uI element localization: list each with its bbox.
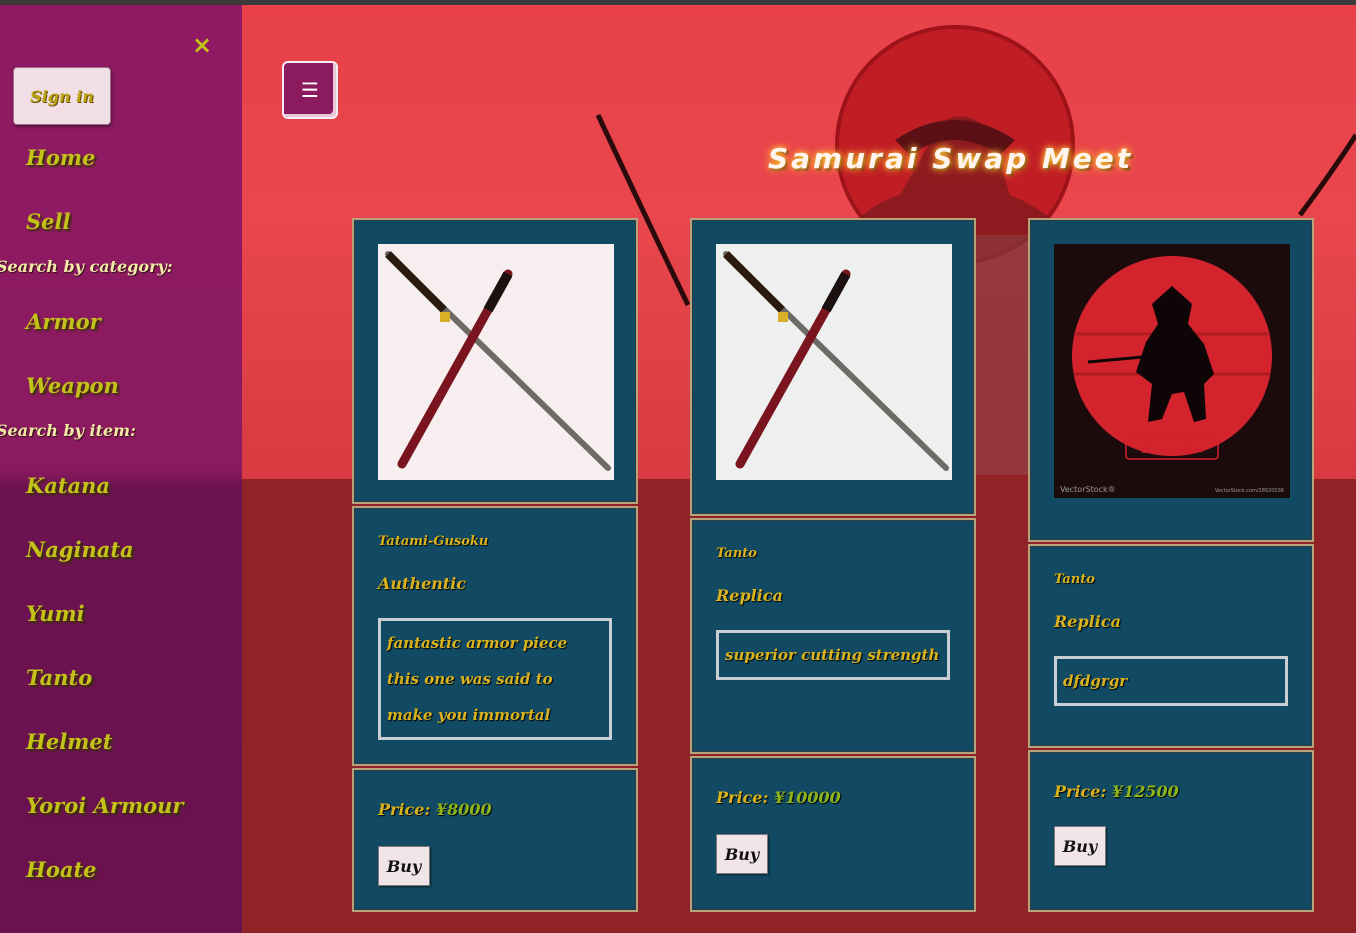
samurai-silhouette-image[interactable]: LOREM IPSUM VectorStock® VectorStock.com… <box>1054 244 1290 498</box>
image-button-text: LOREM IPSUM <box>1141 446 1204 456</box>
buy-button[interactable]: Buy <box>378 846 430 886</box>
product-price: Price: ¥8000 <box>378 800 492 819</box>
menu-toggle-button[interactable]: ☰ <box>282 61 338 119</box>
product-image-panel <box>352 218 638 504</box>
buy-button[interactable]: Buy <box>1054 826 1106 866</box>
nav-link-yoroi-armour[interactable]: Yoroi Armour <box>26 793 183 818</box>
crossed-katana-image[interactable] <box>378 244 614 480</box>
product-info-panel: Tatami-Gusoku Authentic fantastic armor … <box>352 506 638 766</box>
product-info-panel: Tanto Replica superior cutting strength <box>690 518 976 754</box>
product-name: Tatami-Gusoku <box>378 534 489 549</box>
item-heading: Search by item: <box>0 421 137 440</box>
site-title: Samurai Swap Meet <box>768 142 1134 175</box>
nav-link-katana[interactable]: Katana <box>26 473 110 498</box>
product-description: fantastic armor piece this one was said … <box>378 618 612 740</box>
price-label: Price: <box>1054 782 1107 801</box>
product-price-panel: Price: ¥8000 Buy <box>352 768 638 912</box>
nav-link-hoate[interactable]: Hoate <box>26 857 97 882</box>
product-info-panel: Tanto Replica dfdgrgr <box>1028 544 1314 748</box>
image-brand-text: VectorStock® <box>1060 485 1116 494</box>
price-value: ¥10000 <box>773 788 841 807</box>
sign-in-button[interactable]: Sign in <box>13 67 111 125</box>
nav-link-tanto[interactable]: Tanto <box>26 665 92 690</box>
product-price: Price: ¥10000 <box>716 788 841 807</box>
nav-link-yumi[interactable]: Yumi <box>26 601 85 626</box>
product-image-panel: LOREM IPSUM VectorStock® VectorStock.com… <box>1028 218 1314 542</box>
product-kind: Replica <box>716 586 783 605</box>
nav-link-sell[interactable]: Sell <box>26 209 70 234</box>
product-price-panel: Price: ¥10000 Buy <box>690 756 976 912</box>
nav-link-home[interactable]: Home <box>26 145 95 170</box>
product-kind: Authentic <box>378 574 467 593</box>
nav-link-helmet[interactable]: Helmet <box>26 729 112 754</box>
product-price: Price: ¥12500 <box>1054 782 1179 801</box>
nav-link-weapon[interactable]: Weapon <box>26 373 119 398</box>
product-name: Tanto <box>716 546 757 561</box>
price-label: Price: <box>378 800 431 819</box>
crossed-katana-image[interactable] <box>716 244 952 480</box>
product-description: dfdgrgr <box>1054 656 1288 706</box>
side-nav: × Sign in Home Sell Search by category: … <box>0 5 242 933</box>
nav-link-naginata[interactable]: Naginata <box>26 537 134 562</box>
buy-button[interactable]: Buy <box>716 834 768 874</box>
product-image-panel <box>690 218 976 516</box>
product-description: superior cutting strength <box>716 630 950 680</box>
hamburger-icon: ☰ <box>301 78 319 102</box>
price-value: ¥12500 <box>1111 782 1179 801</box>
product-price-panel: Price: ¥12500 Buy <box>1028 750 1314 912</box>
product-name: Tanto <box>1054 572 1095 587</box>
product-kind: Replica <box>1054 612 1121 631</box>
price-value: ¥8000 <box>435 800 492 819</box>
image-url-text: VectorStock.com/28920036 <box>1215 488 1284 494</box>
close-icon[interactable]: × <box>190 33 214 57</box>
nav-link-armor[interactable]: Armor <box>26 309 101 334</box>
category-heading: Search by category: <box>0 257 173 276</box>
price-label: Price: <box>716 788 769 807</box>
